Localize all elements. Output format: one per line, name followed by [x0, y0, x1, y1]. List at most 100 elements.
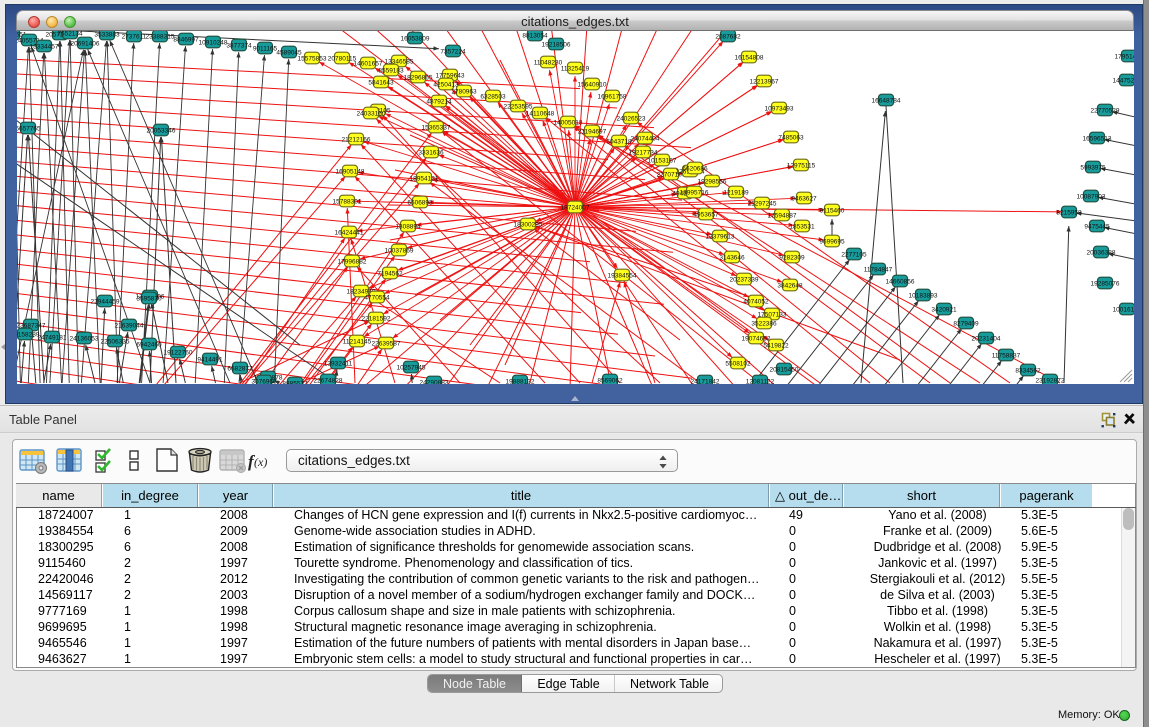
svg-text:10973493: 10973493 [765, 105, 794, 112]
svg-text:8215958: 8215958 [1056, 209, 1082, 216]
svg-text:4879214: 4879214 [426, 98, 452, 105]
svg-text:9699695: 9699695 [819, 238, 845, 245]
svg-text:15365337: 15365337 [422, 124, 451, 131]
svg-text:19384554: 19384554 [608, 272, 637, 279]
svg-text:5841643: 5841643 [368, 79, 394, 86]
svg-text:16596513: 16596513 [1083, 135, 1112, 142]
svg-text:16648784: 16648784 [872, 97, 901, 104]
svg-text:8885577: 8885577 [282, 380, 308, 384]
svg-text:24074404: 24074404 [631, 135, 660, 142]
svg-text:10087903: 10087903 [1077, 193, 1106, 200]
svg-text:19218506: 19218506 [542, 41, 571, 48]
svg-text:4250413: 4250413 [433, 81, 459, 88]
svg-text:10158289: 10158289 [17, 331, 40, 338]
svg-text:24033160: 24033160 [357, 110, 386, 117]
svg-text:20036388: 20036388 [1087, 249, 1116, 256]
svg-text:8813054: 8813054 [522, 32, 548, 39]
svg-text:13334457: 13334457 [30, 43, 59, 50]
svg-text:12081122: 12081122 [746, 378, 775, 384]
svg-text:20231404: 20231404 [972, 335, 1001, 342]
svg-text:16905148: 16905148 [336, 168, 365, 175]
svg-text:9115460: 9115460 [820, 207, 845, 214]
svg-text:18724007: 18724007 [561, 204, 590, 211]
svg-text:14601657: 14601657 [354, 60, 383, 67]
svg-text:1219189: 1219189 [723, 189, 749, 196]
svg-text:19217734: 19217734 [629, 149, 658, 156]
svg-text:6328503: 6328503 [480, 93, 506, 100]
svg-text:20691406: 20691406 [71, 40, 100, 47]
svg-text:10257945: 10257945 [397, 364, 426, 371]
svg-text:24171842: 24171842 [691, 378, 720, 384]
svg-text:19122760: 19122760 [164, 349, 193, 356]
svg-text:20815450: 20815450 [770, 366, 799, 373]
svg-text:17996882: 17996882 [338, 258, 367, 265]
svg-text:4770554: 4770554 [364, 294, 390, 301]
svg-text:7652134: 7652134 [57, 31, 83, 37]
svg-text:6942460: 6942460 [136, 341, 162, 348]
svg-text:18995716: 18995716 [680, 189, 709, 196]
svg-text:15575853: 15575853 [298, 55, 327, 62]
svg-text:13932411: 13932411 [324, 360, 353, 367]
svg-text:22770529: 22770529 [1091, 107, 1120, 114]
svg-text:22674828: 22674828 [314, 377, 343, 384]
svg-text:14475203: 14475203 [1113, 77, 1134, 84]
svg-text:21297245: 21297245 [748, 200, 777, 207]
svg-text:15788301: 15788301 [333, 198, 362, 205]
svg-text:17951421: 17951421 [1115, 53, 1134, 60]
svg-text:17594887: 17594887 [768, 212, 797, 219]
svg-text:22253595: 22253595 [504, 103, 533, 110]
svg-text:5043718: 5043718 [606, 138, 632, 145]
svg-text:20780115: 20780115 [328, 55, 357, 62]
svg-text:14005018: 14005018 [554, 119, 583, 126]
svg-text:13379613: 13379613 [706, 233, 735, 240]
svg-text:7357224: 7357224 [440, 48, 466, 55]
svg-text:6657765: 6657765 [17, 125, 41, 132]
svg-text:18296865: 18296865 [404, 74, 433, 81]
svg-text:4074052: 4074052 [743, 298, 769, 305]
svg-text:18300295: 18300295 [514, 221, 543, 228]
svg-text:16424441: 16424441 [335, 229, 364, 236]
svg-text:(x): (x) [254, 455, 267, 469]
svg-text:9011165: 9011165 [253, 45, 278, 52]
svg-text:5419822: 5419822 [763, 342, 789, 349]
svg-text:10153167: 10153167 [648, 157, 677, 164]
svg-text:5993975: 5993975 [1080, 164, 1106, 171]
svg-text:9282309: 9282309 [779, 254, 805, 261]
svg-text:10910248: 10910248 [199, 39, 228, 46]
svg-text:8334562: 8334562 [1015, 367, 1041, 374]
svg-text:12213967: 12213967 [750, 78, 779, 85]
svg-text:22639587: 22639587 [372, 340, 401, 347]
svg-text:24026523: 24026523 [617, 115, 646, 122]
svg-text:2087682: 2087682 [715, 33, 741, 40]
svg-text:16053809: 16053809 [401, 35, 430, 42]
svg-text:8559183: 8559183 [378, 67, 404, 74]
svg-text:15640910: 15640910 [578, 81, 607, 88]
svg-text:1308894: 1308894 [395, 223, 421, 230]
svg-text:4953657: 4953657 [693, 211, 719, 218]
svg-text:19285076: 19285076 [1091, 280, 1120, 287]
svg-text:3877374: 3877374 [226, 42, 252, 49]
svg-text:11758837: 11758837 [992, 352, 1021, 359]
svg-text:3522386: 3522386 [751, 320, 777, 327]
svg-text:10016145: 10016145 [1113, 306, 1134, 313]
svg-text:14110648: 14110648 [526, 110, 555, 117]
svg-text:9475445: 9475445 [1084, 223, 1110, 230]
svg-text:20237339: 20237339 [730, 276, 759, 283]
svg-text:19298556: 19298556 [698, 178, 727, 185]
svg-text:19074652: 19074652 [742, 335, 771, 342]
svg-text:20053346: 20053346 [147, 127, 176, 134]
svg-text:8279409: 8279409 [953, 320, 979, 327]
svg-text:19888132: 19888132 [506, 378, 535, 384]
svg-text:24749181: 24749181 [38, 334, 67, 341]
svg-text:2737611: 2737611 [122, 33, 147, 40]
svg-text:21639044: 21639044 [115, 322, 144, 329]
svg-text:18954131: 18954131 [410, 175, 439, 182]
svg-text:10037869: 10037869 [385, 247, 414, 254]
svg-text:14660856: 14660856 [886, 278, 915, 285]
svg-text:23388315: 23388315 [146, 33, 175, 40]
svg-text:22944459: 22944459 [91, 298, 120, 305]
svg-text:3842648: 3842648 [777, 282, 803, 289]
svg-text:3331636: 3331636 [418, 149, 444, 156]
svg-text:8846997: 8846997 [173, 36, 199, 43]
svg-text:3143646: 3143646 [719, 254, 745, 261]
